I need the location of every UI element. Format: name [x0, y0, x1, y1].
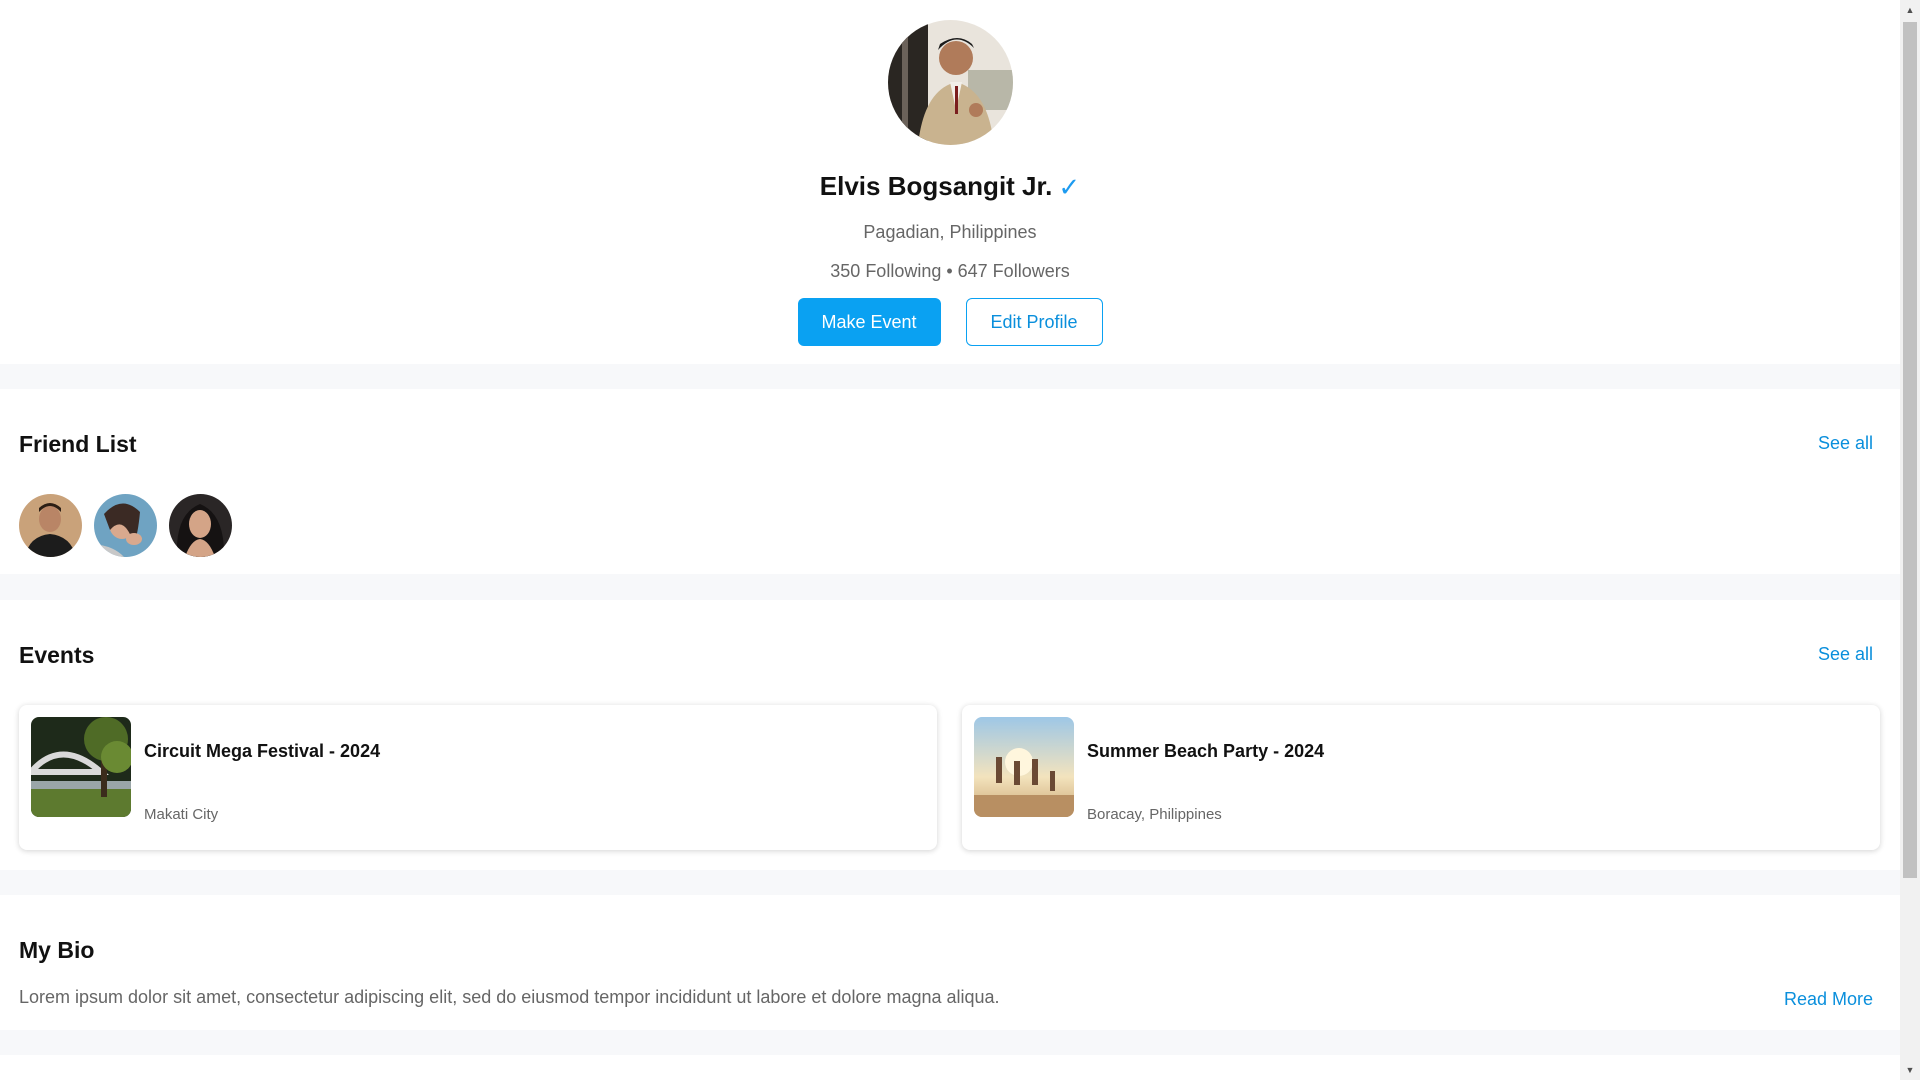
bio-section [0, 895, 1900, 1030]
event-card[interactable]: Summer Beach Party - 2024 Boracay, Phili… [962, 705, 1880, 850]
event-location: Makati City [144, 806, 219, 823]
profile-location: Pagadian, Philippines [863, 222, 1037, 242]
scrollbar-thumb[interactable] [1903, 22, 1917, 878]
profile-page: Elvis Bogsangit Jr. ✓ Pagadian, Philippi… [0, 0, 1900, 1080]
event-title: Summer Beach Party - 2024 [1087, 741, 1325, 761]
event-location: Boracay, Philippines [1087, 806, 1222, 823]
scroll-up-icon[interactable]: ▲ [1900, 0, 1920, 20]
scroll-down-icon[interactable]: ▼ [1900, 1060, 1920, 1080]
friend-avatar[interactable] [169, 494, 232, 557]
events-title: Events [19, 642, 95, 668]
friend-avatar[interactable] [19, 494, 82, 557]
profile-avatar[interactable] [887, 20, 1013, 145]
event-image [974, 717, 1074, 817]
profile-name: Elvis Bogsangit Jr. [819, 171, 1053, 201]
name-row: Elvis Bogsangit Jr. ✓ [820, 171, 1080, 202]
friend-list-section [0, 389, 1900, 574]
friend-list-title: Friend List [19, 431, 137, 457]
event-image [31, 717, 131, 817]
events-see-all-link[interactable]: See all [1818, 644, 1873, 665]
next-section [0, 1055, 1900, 1080]
event-title: Circuit Mega Festival - 2024 [144, 741, 381, 761]
verified-icon: ✓ [1058, 171, 1081, 202]
friends-see-all-link[interactable]: See all [1818, 433, 1873, 454]
friend-avatar[interactable] [94, 494, 157, 557]
vertical-scrollbar[interactable]: ▲ ▼ [1900, 0, 1920, 1080]
profile-actions: Make Event Edit Profile [797, 298, 1103, 346]
profile-header: Elvis Bogsangit Jr. ✓ Pagadian, Philippi… [0, 0, 1900, 364]
edit-profile-button[interactable]: Edit Profile [965, 298, 1103, 346]
make-event-button[interactable]: Make Event [797, 298, 941, 346]
bio-title: My Bio [19, 937, 95, 963]
bio-text: Lorem ipsum dolor sit amet, consectetur … [19, 987, 1000, 1007]
event-card[interactable]: Circuit Mega Festival - 2024 Makati City [19, 705, 937, 850]
follow-stats[interactable]: 350 Following • 647 Followers [830, 261, 1069, 282]
read-more-link[interactable]: Read More [1784, 989, 1873, 1010]
